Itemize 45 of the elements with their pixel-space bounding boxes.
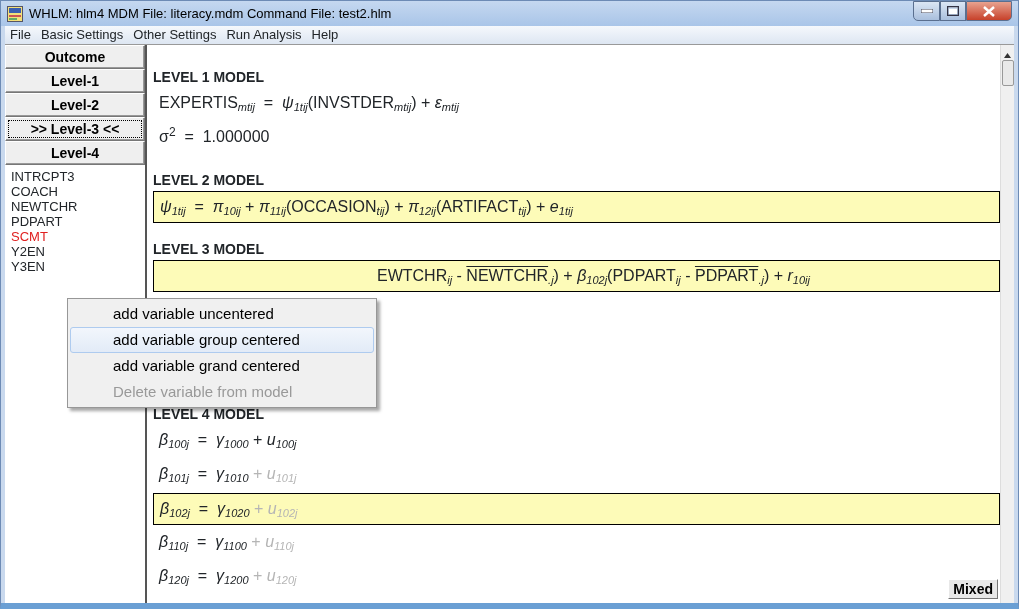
section-heading: LEVEL 3 MODEL	[153, 241, 265, 258]
window-title: WHLM: hlm4 MDM File: literacy.mdm Command File: test2.hlm	[29, 4, 392, 23]
variable-item[interactable]: INTRCPT3	[11, 169, 75, 184]
variable-item[interactable]: SCMT	[11, 229, 48, 244]
scrollbar[interactable]	[1000, 45, 1014, 603]
variable-item[interactable]: Y2EN	[11, 244, 45, 259]
variable-item[interactable]: PDPART	[11, 214, 63, 229]
scroll-up-icon[interactable]	[1004, 53, 1011, 58]
maximize-icon	[947, 6, 959, 16]
minimize-button[interactable]	[913, 1, 940, 21]
equation[interactable]: β$_{120j}$ = γ$_{1200}$ + u$_{120j}$	[153, 561, 303, 593]
context-menu-item[interactable]: add variable group centered	[70, 327, 374, 353]
equation[interactable]: β$_{100j}$ = γ$_{1000}$ + u$_{100j}$	[153, 425, 303, 457]
variable-item[interactable]: Y3EN	[11, 259, 45, 274]
maximize-button[interactable]	[940, 1, 966, 21]
equation[interactable]: β$_{110j}$ = γ$_{1100}$ + u$_{110j}$	[153, 527, 301, 559]
menu-item[interactable]: File	[5, 26, 36, 44]
app-icon	[7, 5, 23, 22]
scroll-thumb[interactable]	[1001, 60, 1014, 86]
level-button[interactable]: Level-1	[5, 69, 145, 93]
equation[interactable]: ψ$_{1tij}$ = π$_{10ij}$ + π$_{11ij}$(OCCASION$_{tij}$) + π$_{12ij}$(ARTIFACT$_{tij}$) + e$_{1tij}$	[153, 191, 1000, 223]
menu-item[interactable]: Basic Settings	[35, 26, 129, 44]
menu-item[interactable]: Other Settings	[128, 26, 222, 44]
section-heading: LEVEL 1 MODEL	[153, 69, 265, 86]
variable-item[interactable]: NEWTCHR	[11, 199, 78, 214]
equation[interactable]: β$_{101j}$ = γ$_{1010}$ + u$_{101j}$	[153, 459, 303, 491]
minimize-icon	[920, 9, 933, 13]
context-menu-item[interactable]: add variable uncentered	[70, 301, 374, 327]
level-button[interactable]: Level-2	[5, 93, 145, 117]
equation[interactable]: σ$^{2}$ = 1.000000	[153, 122, 276, 154]
menu-item[interactable]: Help	[306, 26, 344, 44]
equation[interactable]: EWTCHR$_{ij}$ - NEWTCHR$_{.j}$) + β$_{102j}$(PDPART$_{ij}$ - PDPART$_{.j}$) + r$_{10ij}$	[153, 260, 1000, 292]
variable-item[interactable]: COACH	[11, 184, 58, 199]
context-menu-item[interactable]: add variable grand centered	[70, 353, 374, 379]
menu-item[interactable]: Run Analysis	[221, 26, 307, 44]
close-button[interactable]	[966, 1, 1012, 21]
section-heading: LEVEL 2 MODEL	[153, 172, 265, 189]
equation[interactable]: β$_{102j}$ = γ$_{1020}$ + u$_{102j}$	[153, 493, 1000, 525]
equation[interactable]: EXPERTIS$_{mtij}$ = ψ$_{1tij}$(INVSTDER$_{mtij}$) + ε$_{mtij}$	[153, 88, 465, 120]
level-button[interactable]: Outcome	[5, 45, 145, 69]
level-button[interactable]: Level-4	[5, 141, 145, 165]
section-heading: LEVEL 4 MODEL	[153, 406, 265, 423]
close-icon	[983, 5, 995, 17]
mode-button[interactable]: Mixed	[948, 579, 998, 599]
level-button[interactable]: >> Level-3 <<	[5, 117, 145, 141]
